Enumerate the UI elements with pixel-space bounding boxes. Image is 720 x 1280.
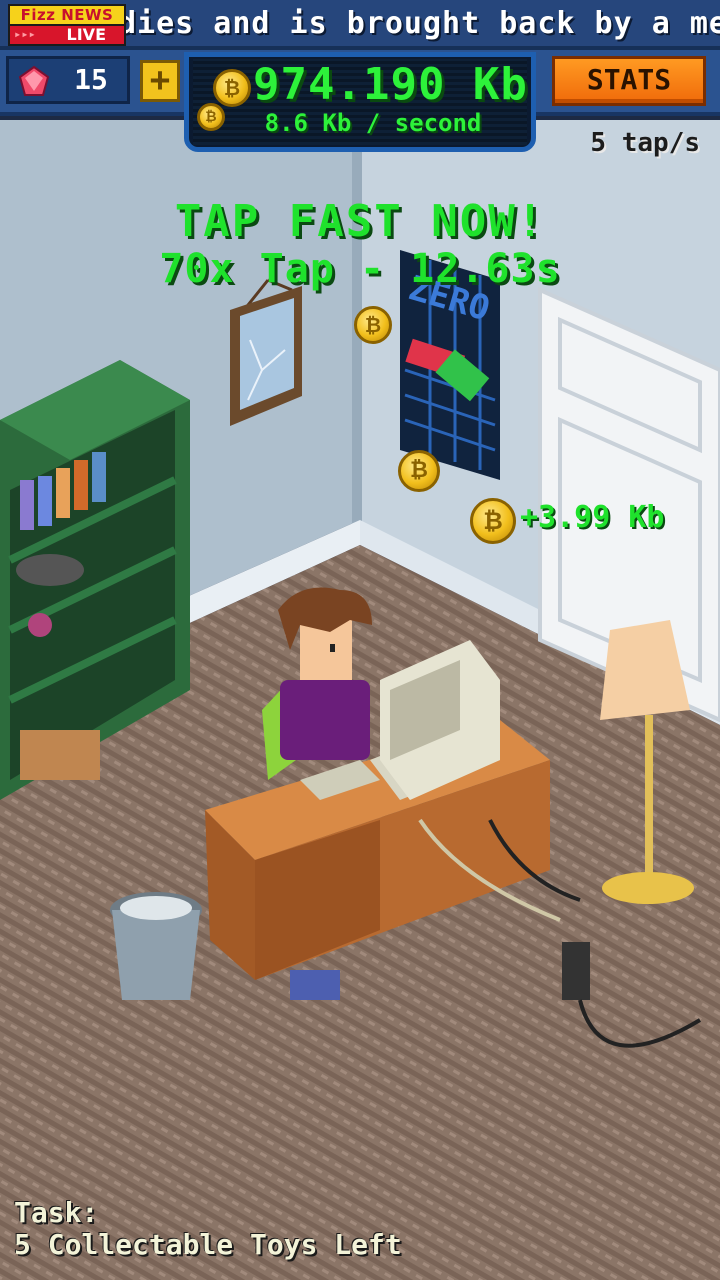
floating-coin-icon[interactable]: ₿ [354,306,392,344]
wallet-screen: ₿ 974.190 Kb ₿ 8.6 Kb / second [193,59,527,145]
bitcoin-coin-icon: ₿ [213,69,251,107]
room-background: ZERO [0,120,720,1280]
wallet-amount: 974.190 Kb [253,59,528,110]
news-arrows-icon: ▸▸▸ [14,27,36,41]
bitcoin-coin-small-icon: ₿ [197,103,225,131]
tap-multiplier-timer: 70x Tap - 12.63s [159,246,561,292]
tap-fast-title: TAP FAST NOW! [174,196,546,247]
tap-rate: 5 tap/s [590,128,700,158]
earned-amount-popup: +3.99 Kb [520,500,665,535]
wallet-display: ₿ 974.190 Kb ₿ 8.6 Kb / second [184,52,536,152]
trash-bin [110,892,202,1000]
gem-icon [18,65,50,96]
room-scene[interactable]: ZERO [0,120,720,1280]
news-ticker[interactable]: dies and is brought back by a merma Fizz… [0,0,720,50]
task-description[interactable]: 5 Collectable Toys Left [14,1228,402,1261]
gem-counter[interactable]: 15 [6,56,130,104]
floating-coin-icon[interactable]: ₿ [398,450,440,492]
income-rate: 8.6 Kb / second [264,109,482,137]
gem-count: 15 [74,63,108,96]
news-brand-label: Fizz NEWS [8,4,126,26]
task-label: Task: [14,1196,99,1229]
floating-coin-icon[interactable]: ₿ [470,498,516,544]
ticker-headline: dies and is brought back by a merma [118,6,720,41]
fizz-news-logo: Fizz NEWS LIVE ▸▸▸ [8,4,126,46]
buy-gems-button[interactable]: + [140,60,180,102]
stats-button[interactable]: STATS [552,56,706,106]
